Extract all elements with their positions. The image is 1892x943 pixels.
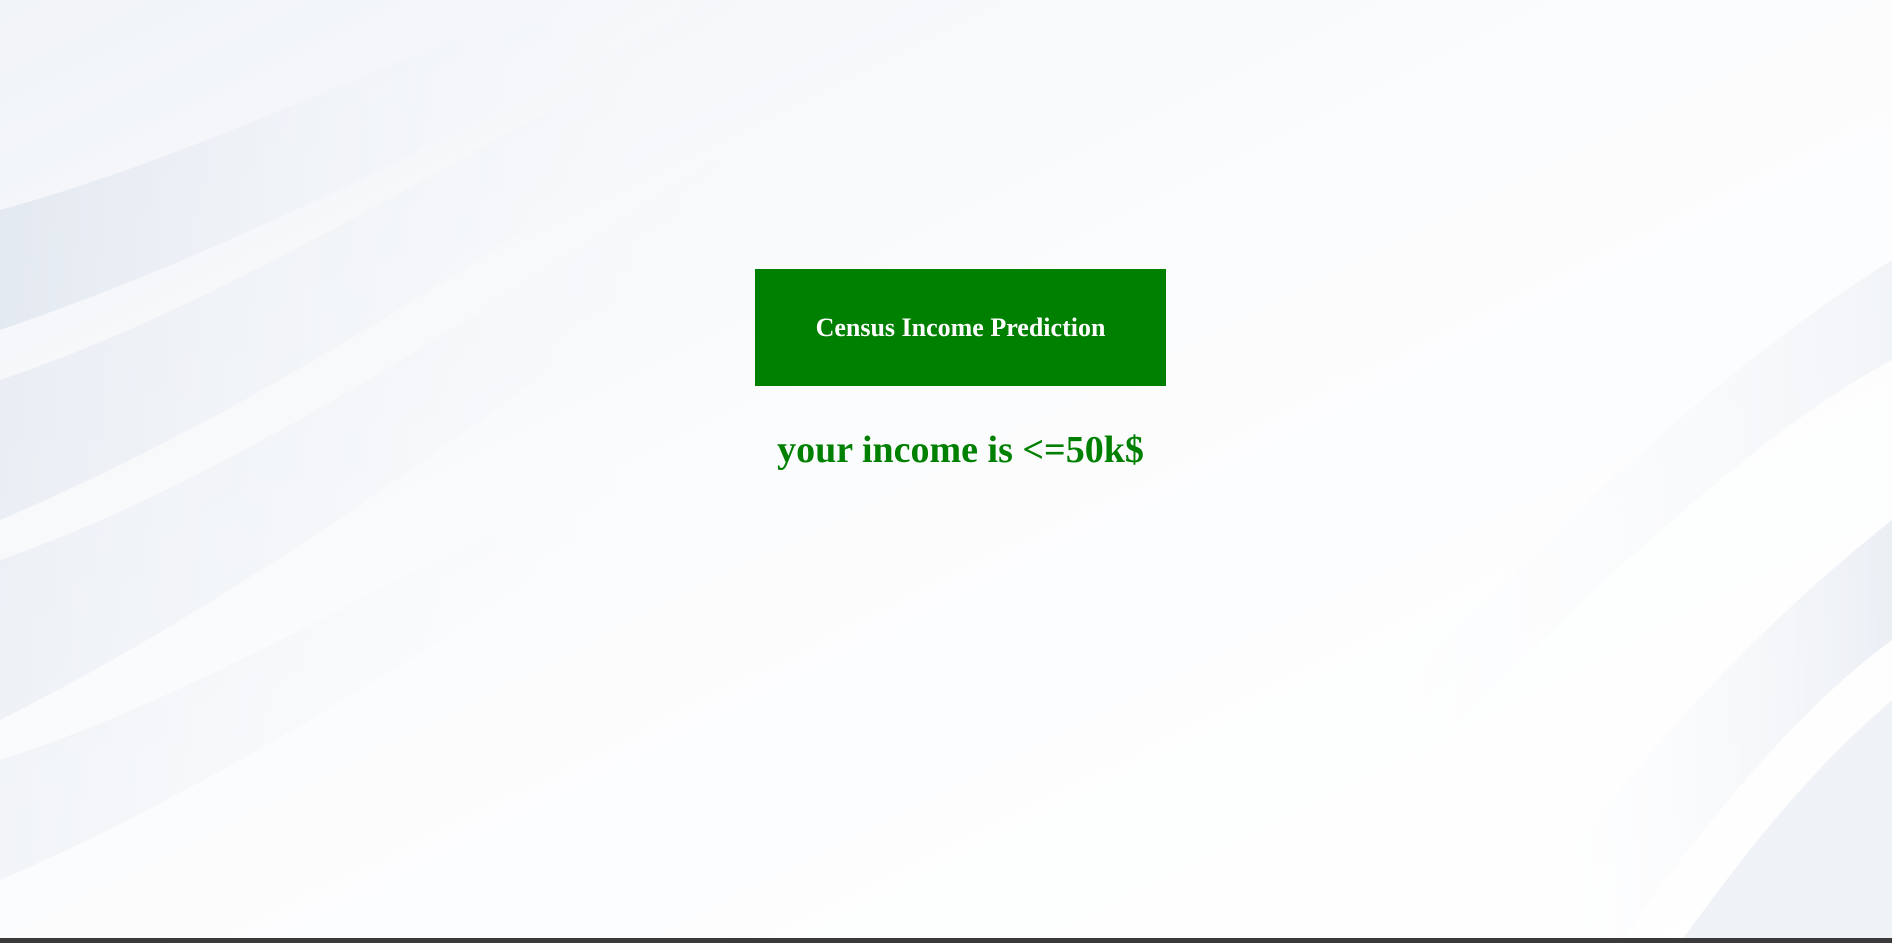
- prediction-result-text: your income is <=50k$: [777, 429, 1144, 471]
- app-header-banner: Census Income Prediction: [755, 269, 1166, 386]
- bottom-border: [0, 938, 1892, 943]
- page-title: Census Income Prediction: [815, 312, 1106, 342]
